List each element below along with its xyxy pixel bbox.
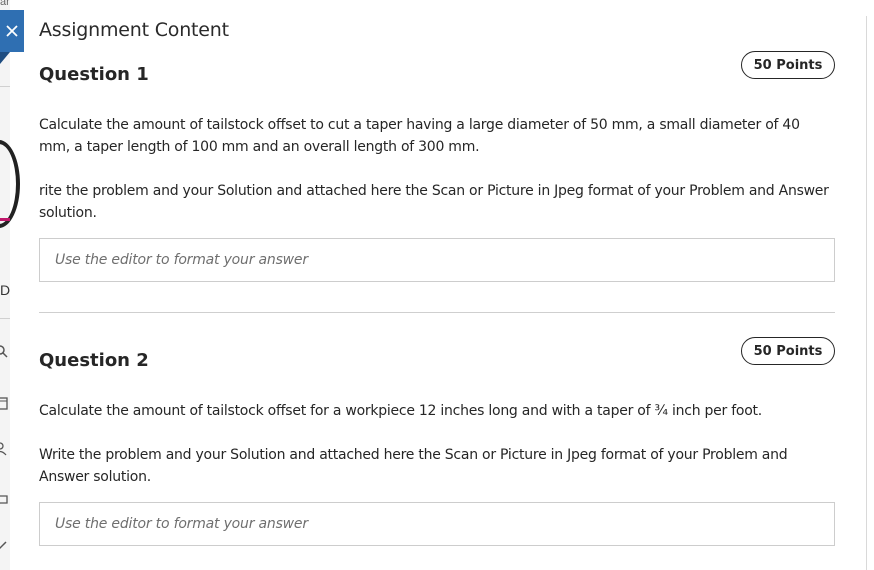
calendar-icon: [0, 396, 10, 410]
background-text: ar: [0, 0, 10, 8]
question-title: Question 2: [39, 350, 149, 371]
question-title: Question 1: [39, 64, 149, 85]
search-icon: [0, 344, 10, 358]
background-accent-bar: [0, 218, 10, 221]
close-panel-button[interactable]: [0, 10, 24, 64]
panel-title: Assignment Content: [39, 19, 229, 41]
assignment-panel: Assignment Content Question 1 50 Points …: [24, 16, 867, 570]
people-icon: [0, 442, 10, 456]
question-text: Calculate the amount of tailstock offset…: [39, 403, 762, 419]
question-text: Calculate the amount of tailstock offset…: [39, 117, 800, 155]
background-divider: [0, 86, 10, 87]
answer-editor-field[interactable]: Use the editor to format your answer: [39, 238, 835, 282]
background-letter: D: [0, 282, 11, 298]
question-instructions: Write the problem and your Solution and …: [39, 447, 788, 485]
edit-icon: [0, 540, 10, 554]
background-avatar: [0, 140, 20, 228]
close-icon: [6, 25, 18, 37]
question-divider: [39, 312, 835, 313]
points-badge: 50 Points: [741, 51, 835, 79]
message-icon: [0, 494, 10, 508]
background-divider: [0, 318, 10, 319]
question-instructions: rite the problem and your Solution and a…: [39, 183, 829, 221]
answer-editor-field[interactable]: Use the editor to format your answer: [39, 502, 835, 546]
points-badge: 50 Points: [741, 337, 835, 365]
